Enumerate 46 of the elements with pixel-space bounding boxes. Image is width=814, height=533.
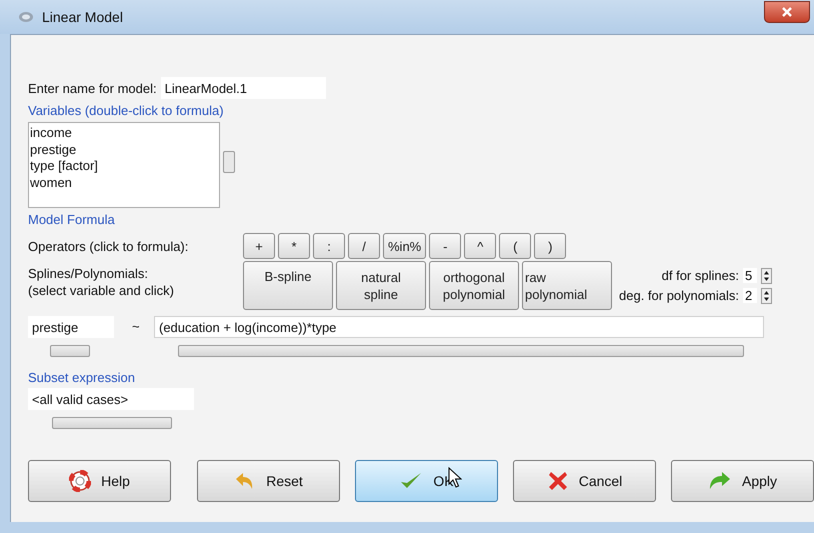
section-heading: Subset expression xyxy=(28,370,136,385)
degree-spinner[interactable]: 2 xyxy=(742,288,757,303)
close-button[interactable] xyxy=(764,1,810,23)
close-icon xyxy=(781,6,793,18)
list-item[interactable]: income xyxy=(30,125,219,142)
app-icon xyxy=(18,9,34,25)
field-label: df for splines: xyxy=(662,268,739,283)
spinner-arrows-icon[interactable] xyxy=(760,288,772,304)
field-label: deg. for polynomials: xyxy=(619,288,739,303)
field-hint: (select variable and click) xyxy=(28,282,175,299)
operator-button[interactable]: ) xyxy=(534,233,566,259)
response-field[interactable]: prestige xyxy=(28,316,114,338)
operator-button[interactable]: ( xyxy=(499,233,532,259)
model-name-field[interactable]: LinearModel.1 xyxy=(160,77,326,99)
dialog-button[interactable]: Cancel xyxy=(513,460,656,502)
field-label: Enter name for model: xyxy=(28,80,157,96)
spline-button[interactable]: orthogonal polynomial xyxy=(429,261,519,310)
list-item[interactable]: prestige xyxy=(30,142,219,158)
operator-button[interactable]: ^ xyxy=(464,233,496,259)
operator-button[interactable]: + xyxy=(243,233,275,259)
dialog-button[interactable]: Apply xyxy=(671,460,814,502)
formula-field[interactable]: (education + log(income))*type xyxy=(154,316,764,338)
operator-button[interactable]: - xyxy=(429,233,462,259)
operator-button[interactable]: * xyxy=(278,233,310,259)
cross-icon xyxy=(546,470,569,492)
operator-button[interactable]: : xyxy=(313,233,345,259)
forward-arrow-icon xyxy=(708,471,732,491)
window-title: Linear Model xyxy=(42,9,123,25)
df-spinner[interactable]: 5 xyxy=(742,268,757,283)
section-heading: Model Formula xyxy=(28,212,116,227)
spline-button[interactable]: natural spline xyxy=(336,261,426,310)
spinner-arrows-icon[interactable] xyxy=(760,268,772,284)
operator-button[interactable]: %in% xyxy=(383,233,426,259)
list-item[interactable]: type [factor] xyxy=(30,158,219,174)
field-label: Operators (click to formula): xyxy=(28,238,190,254)
dialog-button[interactable]: Help xyxy=(28,460,171,502)
spline-button[interactable]: raw polynomial xyxy=(522,261,612,310)
operator-button[interactable]: / xyxy=(348,233,380,259)
section-heading: Variables (double-click to formula) xyxy=(28,103,225,118)
subset-field[interactable]: <all valid cases> xyxy=(28,388,194,410)
spline-button[interactable]: B-spline xyxy=(243,261,333,310)
tilde-label: ~ xyxy=(131,318,141,336)
dialog-button[interactable]: Reset xyxy=(197,460,340,502)
list-item[interactable]: women xyxy=(30,174,219,191)
lifebuoy-icon xyxy=(69,470,92,492)
field-label: Splines/Polynomials: xyxy=(28,265,149,282)
